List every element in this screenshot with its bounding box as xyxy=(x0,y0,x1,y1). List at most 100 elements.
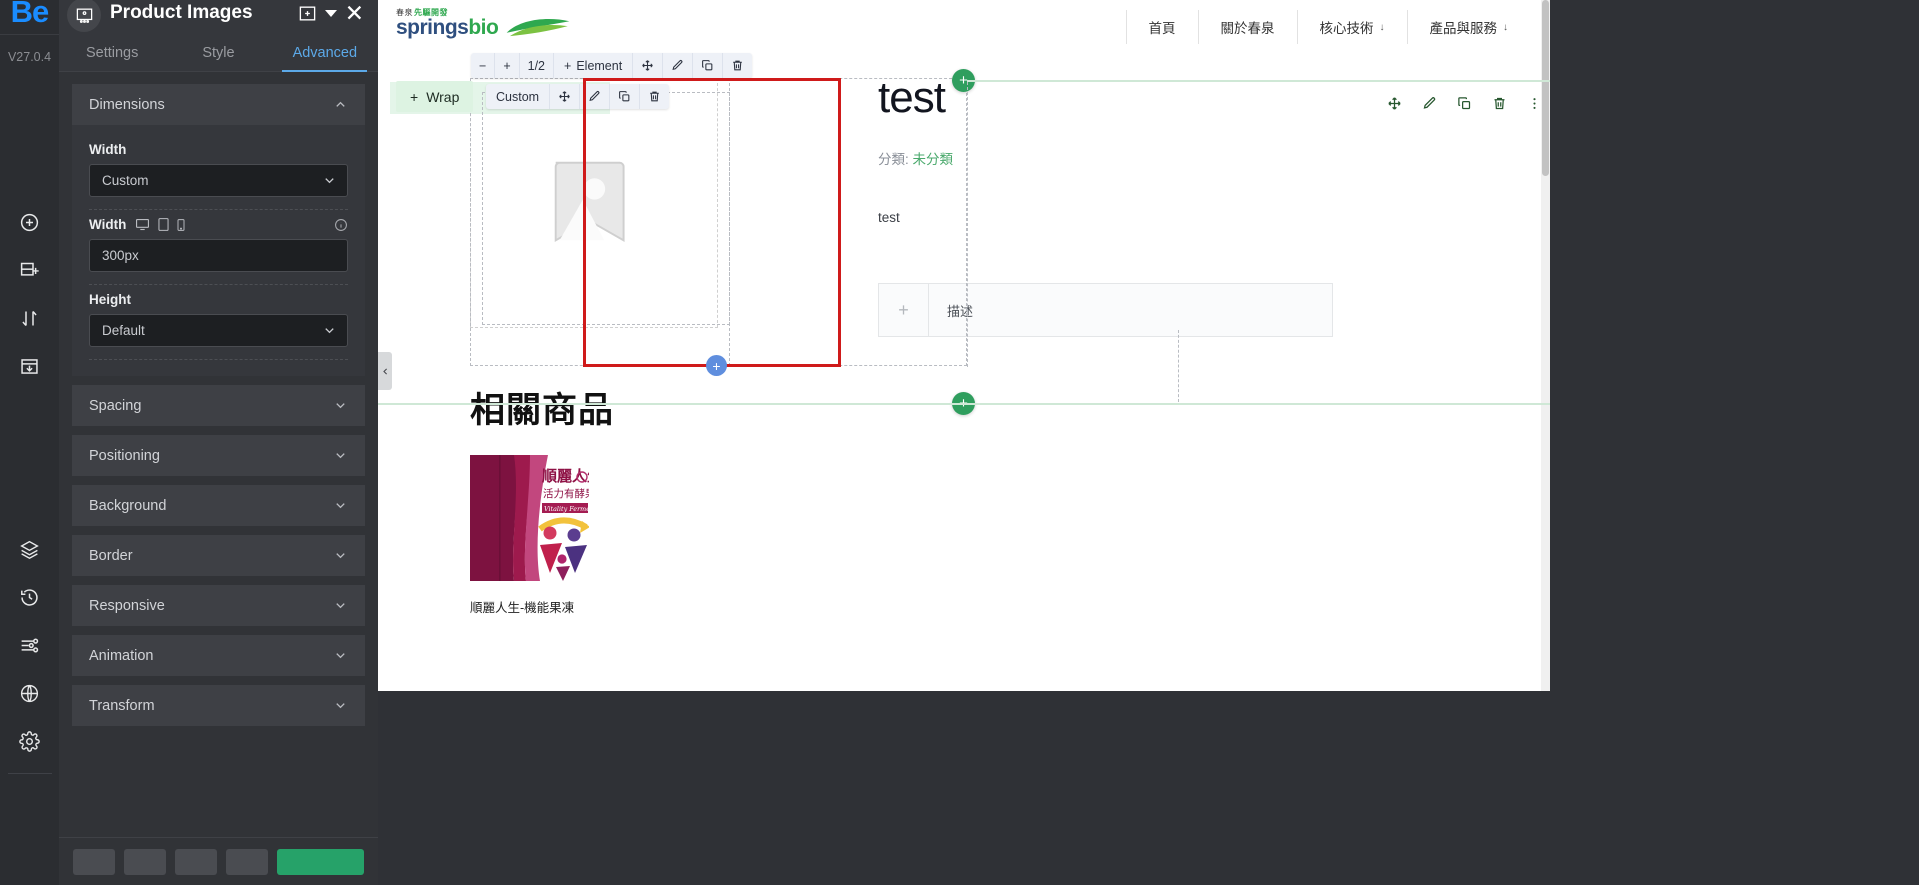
move-icon[interactable] xyxy=(1378,88,1411,119)
site-header: 春泉 先驅開發 springsbio 首頁 關於春泉 核心技術 ↓ 產品與服務 … xyxy=(378,0,1550,54)
mobile-icon[interactable] xyxy=(177,218,185,231)
move-icon[interactable] xyxy=(550,84,581,109)
nav-item-products[interactable]: 產品與服務 ↓ xyxy=(1408,10,1531,44)
add-element-icon[interactable] xyxy=(0,198,59,246)
add-section-handle-top[interactable]: + xyxy=(952,69,975,92)
widget-thumbnail-icon xyxy=(67,0,101,32)
product-category-link[interactable]: 未分類 xyxy=(913,152,954,167)
nav-item-technology[interactable]: 核心技術 ↓ xyxy=(1298,10,1408,44)
responsive-device-toggles xyxy=(135,217,185,232)
rail-divider xyxy=(7,773,52,774)
layers-icon[interactable] xyxy=(0,525,59,573)
chevron-down-icon xyxy=(333,398,348,413)
section-dimensions-label: Dimensions xyxy=(89,96,165,113)
duplicate-icon[interactable] xyxy=(610,84,641,109)
section-positioning-label: Positioning xyxy=(89,447,160,464)
site-nav: 首頁 關於春泉 核心技術 ↓ 產品與服務 ↓ xyxy=(1125,0,1531,54)
add-element-button[interactable]: + Element xyxy=(554,53,634,78)
add-section-handle-bottom[interactable]: + xyxy=(952,392,975,415)
width-type-select[interactable]: Custom xyxy=(89,164,348,197)
info-icon[interactable] xyxy=(334,218,348,232)
panel-header-actions: ✕ xyxy=(298,2,364,25)
edit-icon[interactable] xyxy=(663,53,694,78)
section-toolbar-right xyxy=(1378,88,1551,119)
add-column-handle[interactable]: + xyxy=(706,355,727,376)
product-short-description: test xyxy=(878,210,900,225)
delete-icon[interactable] xyxy=(1483,88,1516,119)
related-product-card[interactable]: 順麗人生 活力有酵果凍 Vitality Fermented Jelly xyxy=(470,455,590,616)
zoom-out-button[interactable]: − xyxy=(471,53,496,78)
app-logo: Be xyxy=(0,0,59,34)
widget-name-label[interactable]: Custom xyxy=(486,84,551,109)
left-icon-rail: Be V27.0.4 xyxy=(0,0,59,885)
history-icon[interactable] xyxy=(0,573,59,621)
nav-item-label: 核心技術 xyxy=(1319,21,1374,36)
width-input[interactable]: 300px xyxy=(89,239,348,272)
product-image-placeholder[interactable] xyxy=(470,78,718,328)
zoom-in-button[interactable]: + xyxy=(495,53,520,78)
section-dimensions[interactable]: Dimensions xyxy=(72,84,365,125)
duplicate-icon[interactable] xyxy=(693,53,724,78)
gear-icon[interactable] xyxy=(0,717,59,765)
chevron-down-icon xyxy=(333,448,348,463)
height-select[interactable]: Default xyxy=(89,314,348,347)
element-toolbar: − + 1/2 + Element xyxy=(471,53,753,78)
save-to-library-icon[interactable] xyxy=(0,342,59,390)
close-icon[interactable]: ✕ xyxy=(345,2,364,25)
footer-button-1[interactable] xyxy=(73,848,115,875)
move-icon[interactable] xyxy=(633,53,664,78)
footer-button-3[interactable] xyxy=(175,848,217,875)
chevron-down-icon[interactable] xyxy=(324,9,337,17)
rail-icon-group-bottom xyxy=(0,525,59,765)
site-logo-en: springsbio xyxy=(396,17,499,38)
tablet-icon[interactable] xyxy=(158,218,169,231)
related-product-name: 順麗人生-機能果凍 xyxy=(470,601,575,615)
edit-icon[interactable] xyxy=(580,84,611,109)
footer-save-button[interactable] xyxy=(277,848,364,875)
nav-item-home[interactable]: 首頁 xyxy=(1125,10,1199,44)
site-logo[interactable]: 春泉 先驅開發 springsbio xyxy=(396,8,571,38)
editor-canvas: 春泉 先驅開發 springsbio 首頁 關於春泉 核心技術 ↓ 產品與服務 … xyxy=(378,0,1919,885)
panel-collapse-handle[interactable] xyxy=(378,352,392,390)
footer-button-2[interactable] xyxy=(124,848,166,875)
chevron-down-icon xyxy=(333,498,348,513)
section-responsive[interactable]: Responsive xyxy=(72,585,365,626)
nav-item-about[interactable]: 關於春泉 xyxy=(1199,10,1298,44)
section-background[interactable]: Background xyxy=(72,485,365,526)
nav-item-label: 關於春泉 xyxy=(1220,21,1275,36)
section-spacing[interactable]: Spacing xyxy=(72,385,365,426)
width-label-row: Width xyxy=(89,217,348,232)
add-section-icon[interactable] xyxy=(0,246,59,294)
section-responsive-label: Responsive xyxy=(89,597,165,614)
image-placeholder-icon xyxy=(554,161,625,242)
field-divider xyxy=(89,209,348,210)
column-fraction-label[interactable]: 1/2 xyxy=(520,53,555,78)
section-transform[interactable]: Transform xyxy=(72,685,365,726)
delete-icon[interactable] xyxy=(723,53,752,78)
chevron-down-icon xyxy=(322,173,337,188)
section-animation[interactable]: Animation xyxy=(72,635,365,676)
tab-advanced[interactable]: Advanced xyxy=(272,34,378,72)
save-preset-icon[interactable] xyxy=(298,4,317,23)
width-input-value: 300px xyxy=(102,248,139,263)
wrap-button[interactable]: + Wrap xyxy=(396,81,474,112)
product-package-image: 順麗人生 活力有酵果凍 Vitality Fermented Jelly xyxy=(470,455,589,581)
duplicate-icon[interactable] xyxy=(1448,88,1481,119)
more-options-icon[interactable] xyxy=(1518,88,1551,119)
height-value: Default xyxy=(102,323,145,338)
tab-style[interactable]: Style xyxy=(165,34,271,71)
delete-icon[interactable] xyxy=(640,84,669,109)
section-positioning[interactable]: Positioning xyxy=(72,435,365,476)
settings-sliders-icon[interactable] xyxy=(0,621,59,669)
tab-settings[interactable]: Settings xyxy=(59,34,165,71)
description-accordion[interactable]: + 描述 xyxy=(878,283,1333,337)
height-label-row: Height xyxy=(89,292,348,307)
section-spacing-label: Spacing xyxy=(89,397,142,414)
reorder-icon[interactable] xyxy=(0,294,59,342)
edit-icon[interactable] xyxy=(1413,88,1446,119)
svg-text:Vitality Fermented Jelly: Vitality Fermented Jelly xyxy=(544,505,589,513)
desktop-icon[interactable] xyxy=(135,217,150,232)
section-border[interactable]: Border xyxy=(72,535,365,576)
footer-button-4[interactable] xyxy=(226,848,268,875)
globe-icon[interactable] xyxy=(0,669,59,717)
